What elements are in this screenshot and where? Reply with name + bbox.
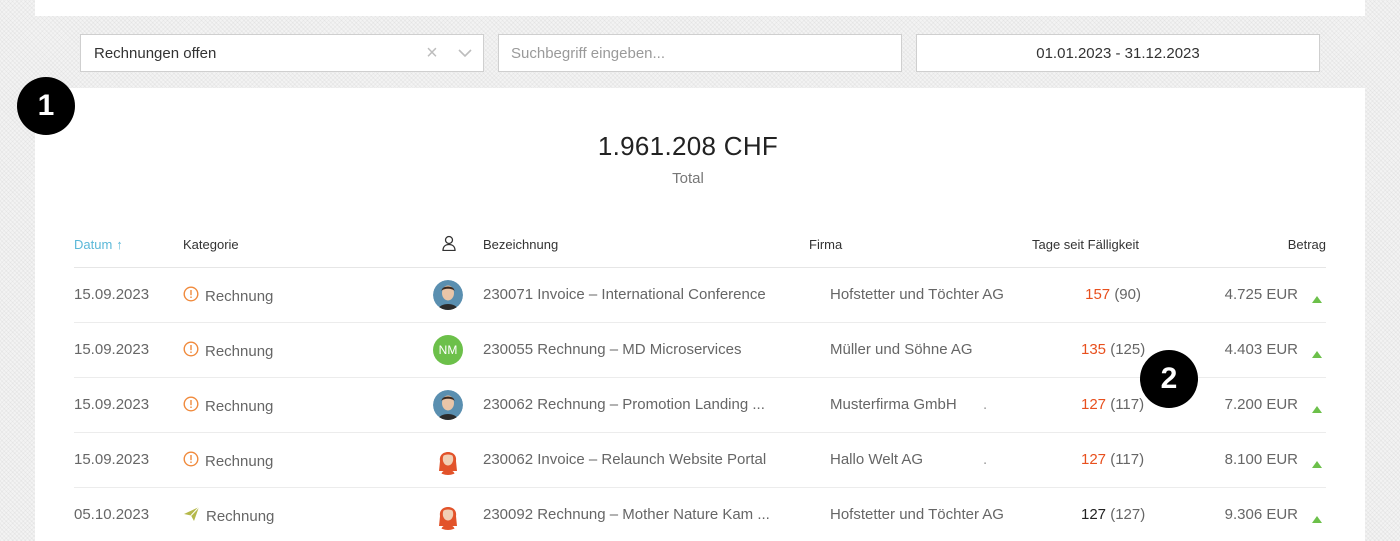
table-row[interactable]: 15.09.2023 Rechnung NM 230055 Rechnung – MD… [74,323,1326,378]
warning-circle-icon [183,451,199,471]
table-body: 15.09.2023 Rechnung 230071 Invoice – Inter… [74,268,1326,541]
caret-up-icon[interactable] [1312,455,1322,472]
total-label: Total [672,170,704,187]
caret-up-icon[interactable] [1312,345,1322,362]
row-category: Rechnung [183,506,274,526]
table-row[interactable]: 15.09.2023 Rechnung 230071 Invoice – Inter… [74,268,1326,323]
filter-bar: Rechnungen offen × 01.01.2023 - 31.12.20… [80,34,1320,72]
avatar[interactable] [433,500,463,530]
date-range-value: 01.01.2023 - 31.12.2023 [1036,44,1200,62]
row-amount: 8.100 EUR [1224,451,1298,468]
row-category: Rechnung [183,396,273,416]
avatar[interactable] [433,280,463,310]
avatar[interactable] [433,445,463,475]
top-card [35,0,1365,16]
warning-circle-icon [183,341,199,361]
row-days-main: 127 [1081,506,1107,523]
row-days-paren: (90) [1114,286,1141,303]
row-category-label: Rechnung [205,342,274,360]
table-row[interactable]: 05.10.2023 Rechnung 230092 Rechnung – Moth… [74,488,1326,541]
row-title[interactable]: 230062 Rechnung – Promotion Landing ... [483,396,765,413]
row-company: Hofstetter und Töchter AG [830,286,1004,303]
row-amount: 4.403 EUR [1224,341,1298,358]
status-filter-value: Rechnungen offen [94,44,217,62]
total-amount: 1.961.208 CHF [597,131,779,161]
row-category: Rechnung [183,341,273,361]
avatar[interactable]: NM [433,335,463,365]
row-days-main: 127 [1081,451,1107,468]
caret-up-icon[interactable] [1312,400,1322,417]
header-title[interactable]: Bezeichnung [483,237,558,252]
row-days-main: 127 [1081,396,1107,413]
status-filter-select[interactable]: Rechnungen offen × [80,34,484,72]
caret-up-icon[interactable] [1312,510,1322,527]
avatar-initials: NM [438,343,458,357]
search-input[interactable] [511,44,889,62]
row-days-main: 135 [1081,341,1107,358]
row-amount: 4.725 EUR [1224,286,1298,303]
table-row[interactable]: 15.09.2023 Rechnung 230062 Rechnung – Prom… [74,378,1326,433]
caret-up-icon[interactable] [1312,290,1322,307]
header-date-label: Datum [74,237,113,252]
row-days-paren: (117) [1110,451,1145,468]
person-icon[interactable] [442,235,456,254]
row-days: 127 (127) [1081,506,1145,523]
table-header: Datum ↑ Kategorie Bezeichnung Firma Tage… [74,230,1326,268]
row-category-label: Rechnung [205,397,274,415]
row-days-main: 157 [1085,286,1111,303]
header-company[interactable]: Firma [809,237,842,252]
row-dot: . [983,451,988,468]
row-category-label: Rechnung [205,452,274,470]
avatar[interactable] [433,390,463,420]
warning-circle-icon [183,396,199,416]
row-amount: 9.306 EUR [1224,506,1298,523]
header-amount[interactable]: Betrag [1288,237,1326,252]
sort-ascending-icon: ↑ [116,237,123,252]
row-days: 127 (117) [1081,396,1145,413]
invoice-table: Datum ↑ Kategorie Bezeichnung Firma Tage… [74,230,1326,541]
row-category-label: Rechnung [206,507,275,525]
date-range-field[interactable]: 01.01.2023 - 31.12.2023 [916,34,1320,72]
row-days: 157 (90) [1081,286,1141,303]
row-date: 15.09.2023 [74,286,150,303]
row-days-paren: (127) [1110,506,1146,523]
row-title[interactable]: 230071 Invoice – International Conferenc… [483,286,766,303]
header-category[interactable]: Kategorie [183,237,239,252]
header-days[interactable]: Tage seit Fälligkeit [1032,237,1139,252]
row-date: 15.09.2023 [74,341,150,358]
row-days-paren: (117) [1110,396,1145,413]
chevron-down-icon[interactable] [447,35,483,71]
row-company: Musterfirma GmbH [830,396,957,413]
row-title[interactable]: 230062 Invoice – Relaunch Website Portal [483,451,766,468]
row-title[interactable]: 230055 Rechnung – MD Microservices [483,341,741,358]
paper-plane-icon [183,506,200,526]
row-date: 15.09.2023 [74,396,150,413]
warning-circle-icon [183,286,199,306]
header-date[interactable]: Datum ↑ [74,237,123,252]
row-date: 05.10.2023 [74,506,150,523]
clear-icon[interactable]: × [417,43,447,63]
step-badge-1: 1 [17,77,75,135]
row-days-paren: (125) [1110,341,1146,358]
row-category-label: Rechnung [205,287,274,305]
row-days: 127 (117) [1081,451,1145,468]
row-company: Müller und Söhne AG [830,341,973,358]
search-field[interactable] [498,34,902,72]
row-company: Hallo Welt AG [830,451,924,468]
row-dot: . [983,396,988,413]
row-category: Rechnung [183,451,273,471]
row-company: Hofstetter und Töchter AG [830,506,1004,523]
row-amount: 7.200 EUR [1224,396,1298,413]
row-category: Rechnung [183,286,273,306]
row-date: 15.09.2023 [74,451,150,468]
row-days: 135 (125) [1081,341,1145,358]
table-row[interactable]: 15.09.2023 Rechnung 230062 Invoice – Relau… [74,433,1326,488]
row-title[interactable]: 230092 Rechnung – Mother Nature Kam ... [483,506,770,523]
step-badge-2: 2 [1140,350,1198,408]
